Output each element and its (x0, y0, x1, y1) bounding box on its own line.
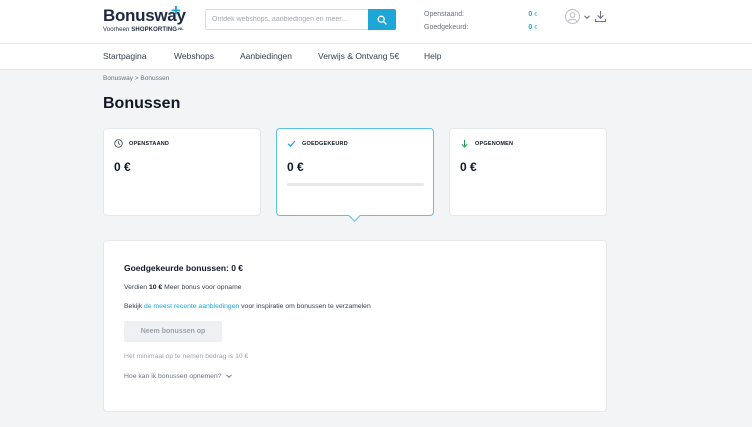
card-label: OPENSTAAND (129, 140, 170, 147)
card-label: GOEDGEKEURD (302, 140, 348, 147)
approved-bonuses-panel: Goedgekeurde bonussen: 0 € Verdien 10 € … (103, 240, 607, 412)
logo-sub-brand: SHOPKORTING (131, 27, 178, 33)
logo-plus: + (171, 1, 181, 20)
search-bar (205, 9, 396, 30)
minimum-amount-text: Het minimaal op te nemen bedrag is 10 € (124, 353, 249, 360)
card-amount: 0 € (460, 160, 477, 174)
arrow-down-icon (461, 139, 468, 148)
nav-aanbiedingen[interactable]: Aanbiedingen (240, 51, 292, 61)
download-icon (594, 11, 607, 23)
pending-currency: € (534, 12, 537, 18)
pending-label: Openstaand: (424, 11, 465, 18)
check-icon (287, 140, 296, 148)
nav-help[interactable]: Help (424, 51, 441, 61)
pending-balance: Openstaand: 0 € (424, 9, 537, 22)
look-prefix: Bekijk (124, 303, 143, 310)
panel-title: Goedgekeurde bonussen: 0 € (124, 263, 244, 273)
look-suffix: voor inspiratie om bonussen te verzamele… (241, 303, 371, 310)
card-label: OPGENOMEN (475, 140, 514, 147)
earn-prefix: Verdien (124, 284, 148, 291)
logo-sub-suffix: .NL (177, 26, 184, 31)
browse-offers-text: Bekijk de meest recente aanbiedingen voo… (124, 303, 371, 310)
approved-value: 0 (528, 24, 533, 31)
nav-verwijs[interactable]: Verwijs & Ontvang 5€ (318, 51, 399, 61)
nav-startpagina[interactable]: Startpagina (103, 51, 146, 61)
approved-progress-bar (287, 183, 424, 186)
recent-offers-link[interactable]: de meest recente aanbiedingen (144, 303, 239, 310)
approved-label: Goedgekeurd: (424, 24, 469, 31)
approved-balance: Goedgekeurd: 0 € (424, 22, 537, 35)
nav-webshops[interactable]: Webshops (174, 51, 214, 61)
card-amount: 0 € (114, 160, 131, 174)
page-title: Bonussen (103, 95, 181, 112)
card-goedgekeurd[interactable]: GOEDGEKEURD 0 € (276, 128, 434, 222)
top-header: Bonusway+ Voorheen SHOPKORTING.NL Openst… (0, 0, 752, 44)
howto-text: Hoe kan ik bonussen opnemen? (124, 372, 222, 380)
card-pointer (348, 209, 361, 222)
chevron-down-icon (584, 14, 590, 19)
card-opgenomen[interactable]: OPGENOMEN 0 € (449, 128, 607, 216)
user-menu[interactable] (565, 9, 591, 24)
earn-more-text: Verdien 10 € Meer bonus voor opname (124, 284, 242, 291)
clock-icon (114, 139, 123, 148)
withdraw-bonuses-button[interactable]: Neem bonussen op (124, 321, 222, 342)
chevron-down-icon (225, 374, 232, 379)
logo-subtitle: Voorheen SHOPKORTING.NL (103, 25, 186, 34)
search-icon (377, 15, 387, 25)
howto-withdraw-toggle[interactable]: Hoe kan ik bonussen opnemen? (124, 372, 233, 380)
main-nav: Startpagina Webshops Aanbiedingen Verwij… (0, 44, 752, 70)
download-app-button[interactable] (594, 10, 607, 28)
breadcrumb[interactable]: Bonusway > Bonussen (103, 75, 169, 82)
header-balance: Openstaand: 0 € Goedgekeurd: 0 € (424, 9, 537, 35)
approved-currency: € (534, 25, 537, 31)
logo-sub-prefix: Voorheen (103, 27, 130, 33)
card-openstaand[interactable]: OPENSTAAND 0 € (103, 128, 261, 216)
bonusway-logo[interactable]: Bonusway + Voorheen SHOPKORTING.NL (103, 2, 186, 34)
pending-value: 0 (528, 11, 533, 18)
user-avatar-icon (565, 9, 580, 24)
earn-amount: 10 € (148, 284, 163, 291)
search-button[interactable] (368, 9, 396, 30)
earn-suffix: Meer bonus voor opname (164, 284, 242, 291)
search-input[interactable] (206, 10, 368, 29)
card-amount: 0 € (287, 160, 304, 174)
